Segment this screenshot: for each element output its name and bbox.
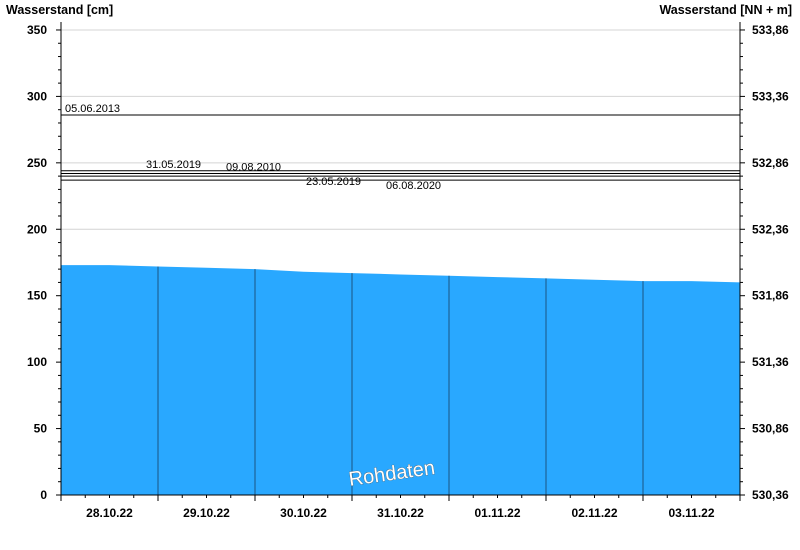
x-tick-label-6: 03.11.22 <box>668 506 714 520</box>
reference-label-0: 05.06.2013 <box>65 103 120 115</box>
right-tick-label-4: 532,36 <box>752 222 789 236</box>
right-tick-label-5: 532,86 <box>752 156 789 170</box>
x-tick-label-4: 01.11.22 <box>474 506 520 520</box>
reference-lines: 05.06.2013 31.05.2019 09.08.2010 23.05.2019… <box>61 103 740 192</box>
left-axis-title: Wasserstand [cm] <box>6 3 113 17</box>
x-tick-labels: 28.10.22 29.10.22 30.10.22 31.10.22 01.11.22… <box>86 506 715 520</box>
left-tick-label-0: 0 <box>40 488 47 502</box>
reference-label-2: 09.08.2010 <box>226 161 281 173</box>
water-level-chart: 05.06.2013 31.05.2019 09.08.2010 23.05.2019… <box>6 3 792 520</box>
left-tick-label-7: 350 <box>27 23 47 37</box>
left-tick-label-2: 100 <box>27 355 47 369</box>
reference-label-1: 31.05.2019 <box>146 159 201 171</box>
x-tick-label-2: 30.10.22 <box>280 506 327 520</box>
right-axis-title: Wasserstand [NN + m] <box>659 3 792 17</box>
right-tick-label-7: 533,86 <box>752 23 789 37</box>
area-layer <box>61 265 740 495</box>
left-tick-label-6: 300 <box>27 89 47 103</box>
right-tick-label-1: 530,86 <box>752 422 789 436</box>
right-tick-label-6: 533,36 <box>752 89 789 103</box>
x-tick-label-1: 29.10.22 <box>183 506 230 520</box>
x-tick-label-5: 02.11.22 <box>571 506 617 520</box>
water-level-area <box>61 265 740 495</box>
x-tick-label-3: 31.10.22 <box>377 506 424 520</box>
left-tick-label-4: 200 <box>27 222 47 236</box>
reference-label-4: 06.08.2020 <box>386 180 441 192</box>
right-tick-label-3: 531,86 <box>752 289 789 303</box>
left-tick-label-1: 50 <box>34 422 48 436</box>
x-tick-label-0: 28.10.22 <box>86 506 133 520</box>
left-tick-label-3: 150 <box>27 289 47 303</box>
right-tick-label-2: 531,36 <box>752 355 789 369</box>
right-tick-label-0: 530,36 <box>752 488 789 502</box>
left-tick-label-5: 250 <box>27 156 47 170</box>
reference-label-3: 23.05.2019 <box>306 176 361 188</box>
